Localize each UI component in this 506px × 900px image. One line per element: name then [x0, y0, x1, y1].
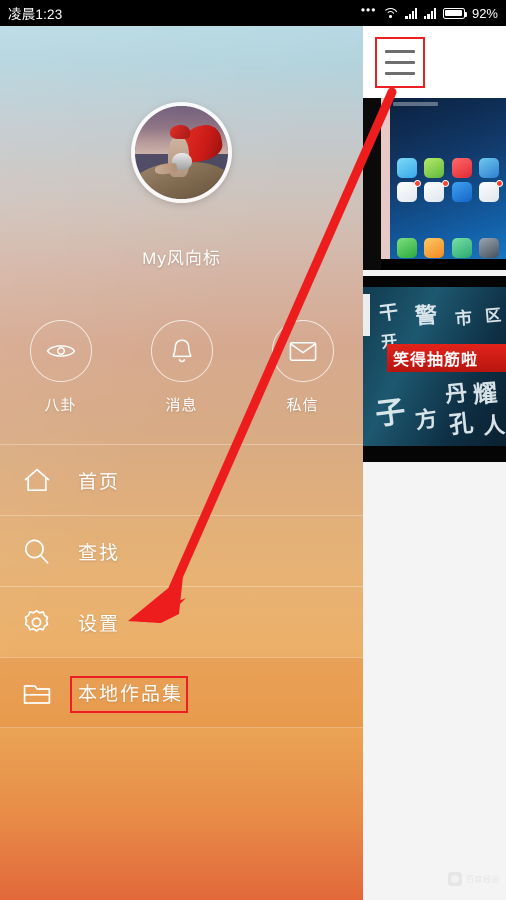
- thumb-app-icon: [397, 158, 419, 178]
- thumb-meme-letterbox-top: [363, 276, 506, 287]
- menu-item-label: 设置: [78, 613, 121, 635]
- thumb-bezel-accent: [381, 98, 390, 270]
- meme-char: 孔: [447, 408, 475, 440]
- folder-icon: [22, 680, 60, 706]
- hamburger-line-3: [385, 72, 415, 75]
- quick-action-label: 八卦: [44, 397, 77, 414]
- app-content-empty-area: 百度经验: [363, 462, 506, 900]
- quick-action-label: 消息: [165, 397, 198, 414]
- thumb-app-icon: [451, 158, 474, 178]
- status-bar: 凌晨1:23 ••• 92%: [0, 0, 506, 26]
- quick-action-message[interactable]: 消息: [139, 320, 225, 415]
- battery-percent-label: 92%: [471, 5, 498, 21]
- thumb-app-icon: [424, 180, 449, 202]
- thumb-meme-letterbox-bottom: [363, 446, 506, 462]
- thumbnail-home-screen[interactable]: [363, 98, 506, 270]
- menu-item-local-works[interactable]: 本地作品集: [0, 657, 363, 728]
- meme-char: 方: [413, 406, 439, 435]
- meme-char: 子: [373, 394, 408, 433]
- meme-char: 区: [484, 305, 502, 326]
- menu-item-settings[interactable]: 设置: [0, 586, 363, 657]
- menu-item-home[interactable]: 首页: [0, 444, 363, 515]
- menu-item-label: 本地作品集: [78, 684, 184, 705]
- meme-char: 警: [414, 303, 439, 330]
- thumb-navbar: [381, 259, 506, 270]
- envelope-icon: [271, 320, 334, 382]
- bell-icon: [150, 320, 213, 382]
- navigation-drawer: My风向标 八卦 消息 私信 首页 查找 设置 本地作品集: [0, 26, 363, 900]
- thumb-meme-edge: [363, 294, 370, 336]
- eye-icon: [29, 320, 92, 382]
- more-dots-icon: •••: [360, 3, 377, 17]
- thumb-app-icon: [478, 158, 501, 178]
- hamburger-line-2: [385, 61, 415, 64]
- search-icon: [22, 537, 60, 566]
- profile-username: My风向标: [142, 249, 221, 268]
- meme-char: 耀: [472, 378, 499, 409]
- avatar[interactable]: [131, 102, 232, 203]
- thumbnail-meme-video[interactable]: 干 警 市 区 开 笑得抽筋啦 丹 耀 子 方 孔 人: [363, 276, 506, 462]
- thumb-app-icon: [424, 158, 446, 178]
- app-header-bar: [363, 26, 506, 98]
- watermark: 百度经验: [448, 872, 500, 886]
- quick-action-label: 私信: [286, 397, 319, 414]
- quick-actions-row: 八卦 消息 私信: [0, 320, 363, 424]
- profile-section[interactable]: My风向标: [0, 26, 363, 278]
- menu-item-search[interactable]: 查找: [0, 515, 363, 586]
- battery-icon: [442, 7, 467, 19]
- thumb-dock: [397, 238, 501, 258]
- avatar-red-hair: [170, 124, 190, 139]
- home-icon: [22, 466, 60, 494]
- drawer-menu-list: 首页 查找 设置 本地作品集: [0, 444, 363, 728]
- status-bar-indicators: ••• 92%: [360, 3, 498, 21]
- quick-action-gossip[interactable]: 八卦: [18, 320, 104, 415]
- thumb-app-icon: [478, 180, 503, 202]
- signal-bars-icon: [405, 7, 418, 19]
- menu-item-label: 首页: [78, 471, 121, 493]
- thumb-app-icon: [397, 180, 422, 202]
- thumb-app-grid: [397, 158, 503, 202]
- thumb-bezel-left: [363, 98, 381, 270]
- thumb-statusbar: [393, 102, 438, 106]
- quick-action-dm[interactable]: 私信: [260, 320, 346, 415]
- status-bar-time: 凌晨1:23: [8, 7, 63, 22]
- meme-red-banner: 笑得抽筋啦: [387, 344, 506, 372]
- wifi-icon: [383, 7, 399, 19]
- watermark-icon: [448, 872, 462, 886]
- meme-char: 干: [377, 300, 400, 326]
- app-content-pane: 干 警 市 区 开 笑得抽筋啦 丹 耀 子 方 孔 人 百度经验: [363, 26, 506, 900]
- watermark-label: 百度经验: [466, 874, 500, 884]
- meme-char: 人: [482, 413, 506, 440]
- hamburger-menu-icon[interactable]: [375, 37, 425, 88]
- signal-bars-icon-2: [424, 7, 436, 19]
- meme-char: 市: [454, 308, 473, 330]
- thumb-app-icon: [451, 182, 474, 202]
- menu-item-label: 查找: [78, 542, 121, 564]
- hamburger-line-1: [385, 50, 415, 53]
- meme-banner-text: 笑得抽筋啦: [393, 352, 479, 369]
- gear-icon: [22, 608, 60, 637]
